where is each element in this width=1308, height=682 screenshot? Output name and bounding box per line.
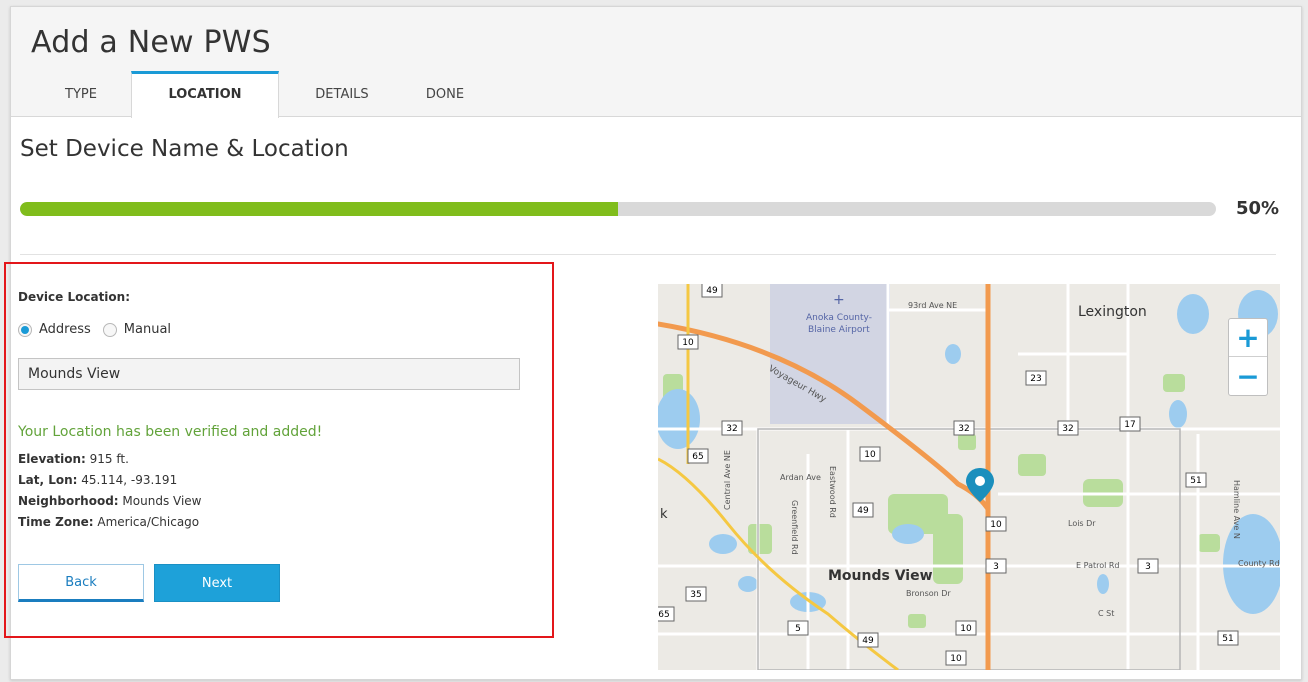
neighborhood-value: Mounds View	[118, 494, 202, 508]
elevation-info: Elevation: 915 ft.	[18, 452, 129, 466]
airport-area	[770, 284, 890, 424]
label-eastwood: Eastwood Rd	[828, 466, 837, 518]
location-mode-radios: Address Manual	[18, 322, 183, 337]
page-title: Add a New PWS	[31, 25, 271, 60]
radio-manual[interactable]	[102, 322, 117, 337]
route-shield-32: 32	[1062, 424, 1073, 434]
label-mounds-view: Mounds View	[828, 568, 933, 584]
timezone-value: America/Chicago	[93, 515, 200, 529]
neighborhood-info: Neighborhood: Mounds View	[18, 494, 202, 508]
label-lois: Lois Dr	[1068, 519, 1096, 528]
next-button[interactable]: Next	[154, 564, 280, 602]
route-shield-65: 65	[692, 452, 703, 462]
zoom-out-button[interactable]: −	[1229, 357, 1267, 395]
label-airport-2: Blaine Airport	[808, 325, 870, 335]
zoom-in-button[interactable]: +	[1229, 319, 1267, 357]
tab-location[interactable]: LOCATION	[131, 71, 279, 118]
section-title: Set Device Name & Location	[20, 136, 349, 162]
elevation-value: 915 ft.	[85, 452, 129, 466]
label-airport-1: Anoka County-	[806, 313, 872, 323]
route-shield-23: 23	[1030, 374, 1041, 384]
route-shield-49: 49	[857, 506, 869, 516]
neighborhood-label: Neighborhood:	[18, 494, 119, 508]
radio-address-label[interactable]: Address	[39, 322, 91, 337]
progress-bar-fill	[20, 202, 618, 216]
route-shield-32: 32	[958, 424, 969, 434]
back-button[interactable]: Back	[18, 564, 144, 602]
verified-message: Your Location has been verified and adde…	[18, 424, 323, 440]
route-shield-17: 17	[1124, 420, 1135, 430]
airport-icon: +	[833, 292, 845, 308]
wizard-header: Add a New PWS TYPE LOCATION DETAILS DONE	[11, 7, 1301, 118]
divider	[20, 254, 1276, 255]
progress-percent: 50%	[1236, 198, 1280, 219]
elevation-label: Elevation:	[18, 452, 86, 466]
route-shield-10: 10	[950, 654, 962, 664]
route-shield-32: 32	[726, 424, 737, 434]
route-shield-49: 49	[706, 286, 718, 296]
label-central: Central Ave NE	[723, 450, 732, 510]
route-shield-51: 51	[1222, 634, 1233, 644]
label-county: County Rd	[1238, 559, 1280, 568]
map-canvas: 49 10 23 32 32 32 17 65 10 49 10 51 3 3 …	[658, 284, 1280, 670]
latlon-info: Lat, Lon: 45.114, -93.191	[18, 473, 177, 487]
route-shield-49: 49	[862, 636, 874, 646]
location-map[interactable]: 49 10 23 32 32 32 17 65 10 49 10 51 3 3 …	[658, 284, 1280, 670]
map-zoom-control: + −	[1228, 318, 1268, 396]
timezone-info: Time Zone: America/Chicago	[18, 515, 199, 529]
route-shield-10: 10	[960, 624, 972, 634]
latlon-label: Lat, Lon:	[18, 473, 78, 487]
address-input[interactable]	[18, 358, 520, 390]
label-bronson: Bronson Dr	[906, 589, 951, 598]
label-hamline: Hamline Ave N	[1232, 480, 1241, 539]
label-lexington: Lexington	[1078, 304, 1147, 320]
route-shield-10: 10	[682, 338, 694, 348]
tab-type[interactable]: TYPE	[31, 71, 131, 117]
route-shield-35: 35	[690, 590, 701, 600]
route-shield-10: 10	[864, 450, 876, 460]
label-cst: C St	[1098, 609, 1114, 618]
wizard-tabs: TYPE LOCATION DETAILS DONE	[31, 71, 485, 118]
tab-done[interactable]: DONE	[405, 71, 485, 117]
label-93rd-ave: 93rd Ave NE	[908, 301, 957, 310]
timezone-label: Time Zone:	[18, 515, 94, 529]
progress-bar	[20, 202, 1216, 216]
route-shield-5: 5	[795, 624, 801, 634]
route-shield-65: 65	[658, 610, 669, 620]
route-shield-3: 3	[993, 562, 999, 572]
device-location-label: Device Location:	[18, 290, 131, 304]
tab-details[interactable]: DETAILS	[279, 71, 405, 117]
label-epatrol: E Patrol Rd	[1076, 561, 1120, 570]
label-ardan: Ardan Ave	[780, 473, 821, 482]
radio-manual-label[interactable]: Manual	[124, 322, 171, 337]
map-labels: Lexington Anoka County- Blaine Airport +…	[660, 292, 1280, 618]
route-shield-51: 51	[1190, 476, 1201, 486]
route-shield-3: 3	[1145, 562, 1151, 572]
latlon-value: 45.114, -93.191	[77, 473, 178, 487]
radio-address[interactable]	[18, 322, 32, 337]
route-shield-10: 10	[990, 520, 1002, 530]
label-k: k	[660, 507, 668, 522]
label-greenfield: Greenfield Rd	[790, 500, 799, 555]
